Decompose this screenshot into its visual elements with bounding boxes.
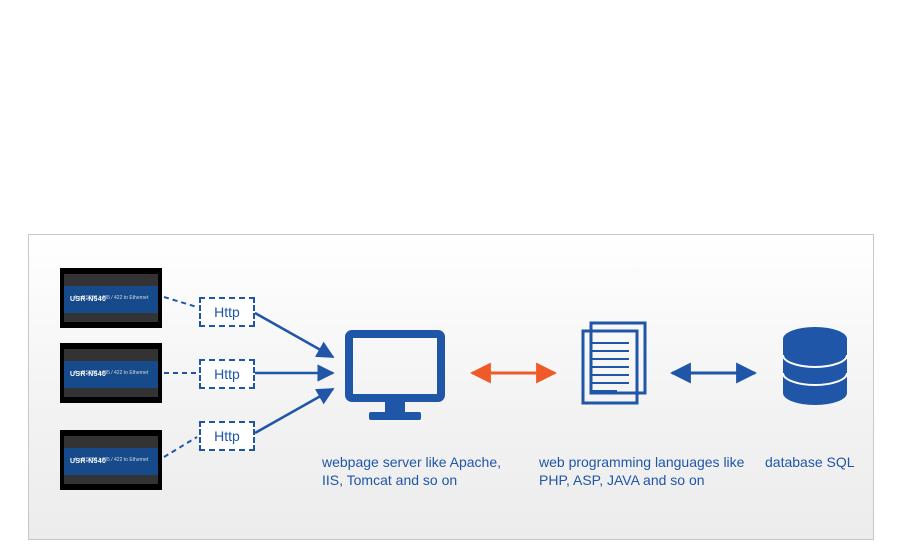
monitor-icon	[349, 334, 441, 420]
document-icon	[583, 323, 645, 403]
database-icon	[783, 327, 847, 405]
arrow-http-3	[255, 389, 333, 433]
caption-server: webpage server like Apache, IIS, Tomcat …	[322, 453, 522, 489]
caption-lang: web programming languages like PHP, ASP,…	[539, 453, 751, 489]
diagram-panel: USR-N540 4 x RS232 / 485 / 422 to Ethern…	[28, 234, 874, 540]
arrow-http-1	[255, 313, 333, 357]
dash-1	[164, 297, 197, 307]
diagram-svg	[29, 235, 873, 539]
dash-3	[164, 437, 197, 457]
caption-db: database SQL	[765, 453, 874, 471]
stage: USR-N540 4 x RS232 / 485 / 422 to Ethern…	[0, 0, 900, 548]
